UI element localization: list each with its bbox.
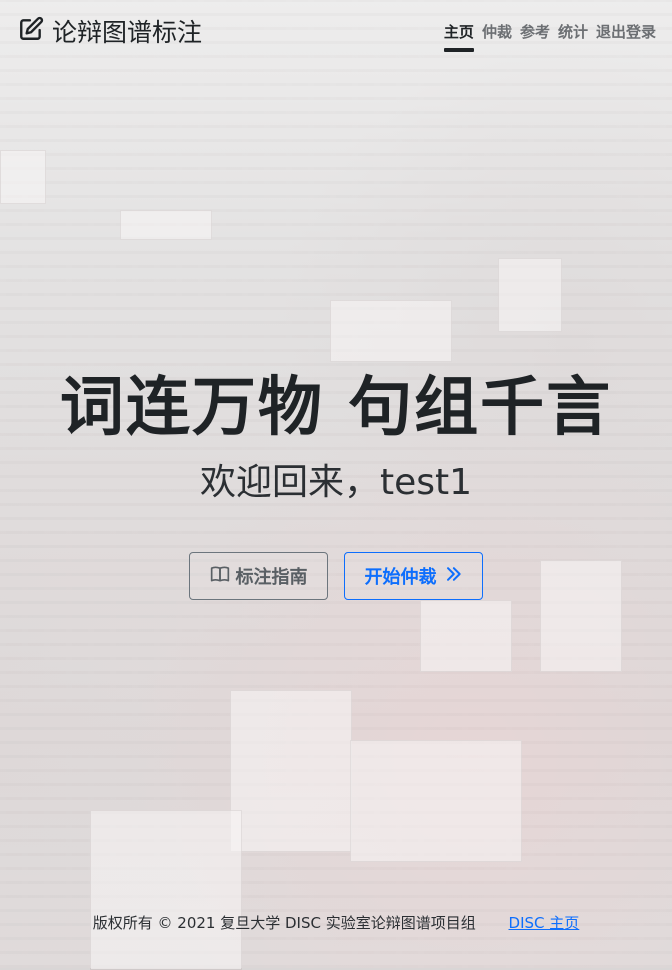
- hero-actions: 标注指南 开始仲裁: [0, 552, 672, 600]
- start-arbitration-button[interactable]: 开始仲裁: [344, 552, 483, 600]
- brand-link[interactable]: 论辩图谱标注: [18, 16, 202, 50]
- annotation-guide-label: 标注指南: [235, 567, 308, 588]
- disc-homepage-link[interactable]: DISC 主页: [509, 914, 580, 932]
- nav-item-statistics[interactable]: 统计: [558, 22, 588, 50]
- hero-section: 词连万物 句组千言 欢迎回来，test1: [0, 368, 672, 506]
- annotation-guide-button[interactable]: 标注指南: [189, 552, 328, 600]
- edit-icon: [18, 16, 44, 50]
- page-footer: 版权所有 © 2021 复旦大学 DISC 实验室论辩图谱项目组 DISC 主页: [0, 912, 672, 933]
- footer-copyright: 版权所有 © 2021 复旦大学 DISC 实验室论辩图谱项目组: [92, 914, 476, 932]
- nav-item-home[interactable]: 主页: [443, 22, 474, 52]
- chevrons-right-icon: [443, 564, 463, 589]
- welcome-message: 欢迎回来，test1: [199, 462, 473, 503]
- brand-title: 论辩图谱标注: [52, 18, 203, 47]
- book-icon: [210, 564, 230, 589]
- top-navbar: 论辩图谱标注 主页 仲裁 参考 统计 退出登录: [0, 0, 672, 64]
- nav-item-logout[interactable]: 退出登录: [596, 22, 656, 50]
- nav-item-arbitration[interactable]: 仲裁: [482, 22, 512, 50]
- nav-item-reference[interactable]: 参考: [520, 22, 550, 50]
- main-nav: 主页 仲裁 参考 统计 退出登录: [443, 22, 656, 52]
- start-arbitration-label: 开始仲裁: [364, 567, 437, 588]
- hero-slogan: 词连万物 句组千言: [59, 371, 613, 445]
